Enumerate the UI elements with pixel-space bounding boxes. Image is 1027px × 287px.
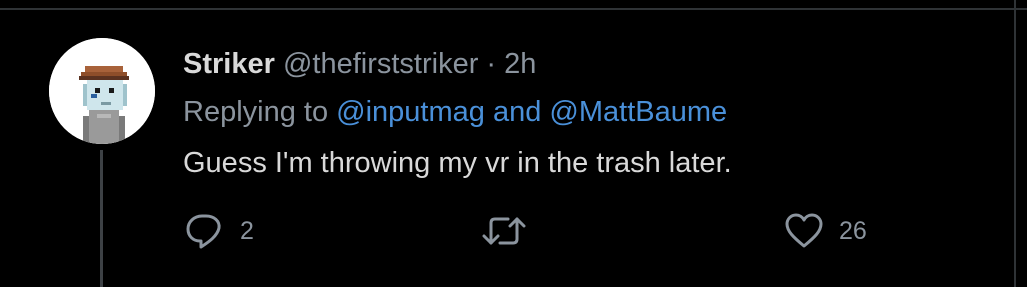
like-button[interactable]: 26 bbox=[785, 212, 867, 250]
heart-icon bbox=[785, 213, 823, 248]
reply-button[interactable]: 2 bbox=[186, 212, 254, 250]
timestamp[interactable]: 2h bbox=[504, 48, 536, 80]
header-separator: · bbox=[478, 48, 505, 80]
reply-count: 2 bbox=[240, 217, 254, 245]
retweet-button[interactable] bbox=[482, 212, 526, 250]
mention-link-mattbaume[interactable]: @MattBaume bbox=[549, 96, 727, 128]
replying-to-prefix: Replying to bbox=[183, 96, 337, 128]
avatar[interactable] bbox=[49, 38, 155, 144]
tweet-reply-card: Striker @thefirststriker · 2h Replying t… bbox=[0, 0, 1027, 287]
reply-bubble-icon bbox=[186, 214, 221, 249]
like-count: 26 bbox=[839, 217, 867, 245]
tweet-header: Striker @thefirststriker · 2h bbox=[183, 44, 536, 84]
pixel-avatar-image bbox=[49, 38, 155, 144]
column-border bbox=[1014, 0, 1016, 287]
retweet-icon bbox=[482, 217, 526, 245]
thread-connector-line bbox=[100, 150, 103, 287]
tweet-text: Guess I'm throwing my vr in the trash la… bbox=[183, 147, 732, 179]
top-divider bbox=[0, 8, 1027, 10]
display-name[interactable]: Striker bbox=[183, 48, 275, 80]
mention-joiner: and bbox=[484, 96, 550, 128]
user-handle[interactable]: @thefirststriker bbox=[283, 48, 478, 80]
mention-link-inputmag[interactable]: @inputmag bbox=[336, 96, 485, 128]
replying-to-line: Replying to @inputmag and @MattBaume bbox=[183, 92, 727, 132]
